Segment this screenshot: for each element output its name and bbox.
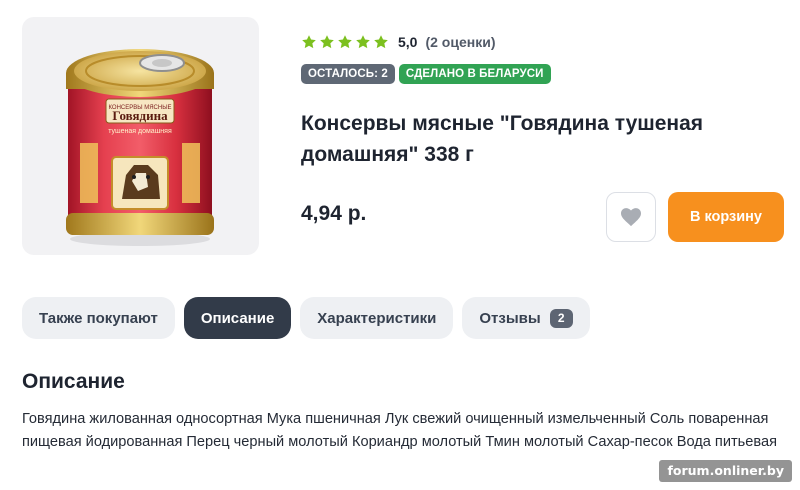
watermark: forum.onliner.by [659,460,792,482]
star-icon [374,35,388,49]
tab-label: Также покупают [39,309,158,327]
product-price: 4,94 р. [301,202,367,225]
add-to-favorites-button[interactable] [606,192,656,242]
product-title: Консервы мясные "Говядина тушеная домашн… [301,112,704,166]
tab-label: Описание [200,309,275,327]
tab-label: Отзывы [479,309,541,327]
star-icon [338,35,352,49]
tab-also-bought[interactable]: Также покупают [22,297,175,339]
heart-icon [621,208,641,227]
star-icon [320,35,334,49]
product-image[interactable]: КОНСЕРВЫ МЯСНЫЕ Говядина тушеная домашня… [22,17,259,255]
can-label-main: Говядина [112,108,168,123]
tab-label: Характеристики [317,309,437,327]
made-in-belarus-badge: СДЕЛАНО В БЕЛАРУСИ [398,64,551,84]
tab-description[interactable]: Описание [183,297,292,339]
rating-value: 5,0 [398,34,418,50]
reviews-count-badge: 2 [549,308,573,328]
rating-stars [301,34,389,50]
product-rating[interactable]: 5,0 (2 оценки) [301,33,495,51]
description-text: Говядина жилованная односортная Мука пше… [22,411,777,450]
add-to-cart-button[interactable]: В корзину [668,192,784,242]
star-icon [356,35,370,49]
canned-beef-tin-image: КОНСЕРВЫ МЯСНЫЕ Говядина тушеная домашня… [66,49,214,246]
product-badges: ОСТАЛОСЬ: 2 СДЕЛАНО В БЕЛАРУСИ [301,64,551,84]
description-heading: Описание [22,370,125,393]
product-tabs: Также покупают Описание Характеристики О… [22,297,590,339]
can-label-line3: тушеная домашняя [108,128,172,135]
rating-count[interactable]: (2 оценки) [425,34,495,50]
star-icon [302,35,316,49]
stock-badge: ОСТАЛОСЬ: 2 [301,64,395,84]
tab-reviews[interactable]: Отзывы 2 [462,297,590,339]
tab-characteristics[interactable]: Характеристики [300,297,454,339]
